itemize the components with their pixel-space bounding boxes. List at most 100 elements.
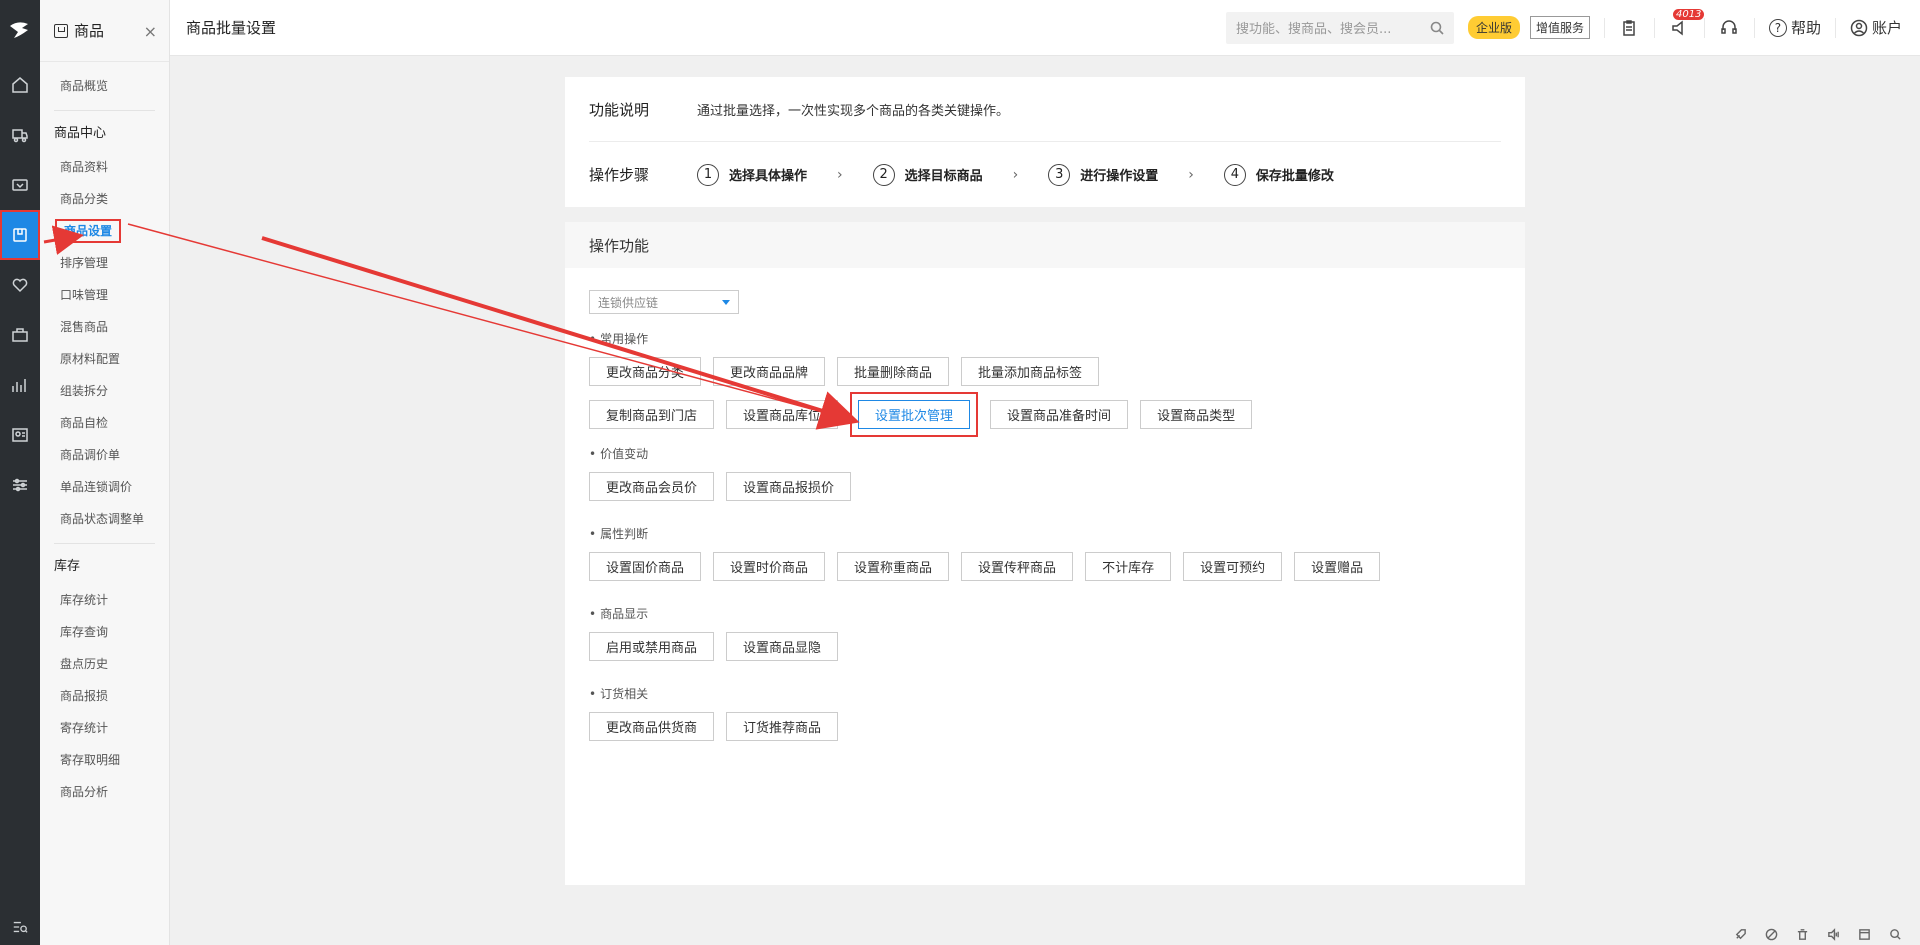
sidebar-item-deposit-detail[interactable]: 寄存取明细 — [40, 744, 169, 776]
set-scale-transfer-button[interactable]: 设置传秤商品 — [961, 552, 1074, 581]
set-loss-price-button[interactable]: 设置商品报损价 — [726, 472, 852, 501]
supply-chain-select[interactable]: 连锁供应链 — [589, 290, 739, 314]
sidebar-item-assembly[interactable]: 组装拆分 — [40, 375, 169, 407]
sidebar-item-material[interactable]: 原材料配置 — [40, 343, 169, 375]
sidebar-item-product-analysis[interactable]: 商品分析 — [40, 776, 169, 808]
sidebar-item-flavor[interactable]: 口味管理 — [40, 279, 169, 311]
task-clipboard-icon[interactable] — [1603, 17, 1654, 38]
description-text: 通过批量选择，一次性实现多个商品的各类关键操作。 — [697, 103, 1010, 119]
enterprise-badge[interactable]: 企业版 — [1467, 16, 1520, 39]
member-icon[interactable] — [0, 260, 40, 310]
change-supplier-button[interactable]: 更改商品供货商 — [589, 712, 715, 741]
change-category-button[interactable]: 更改商品分类 — [589, 357, 702, 386]
order-recommend-button[interactable]: 订货推荐商品 — [726, 712, 839, 741]
set-fixed-price-button[interactable]: 设置固价商品 — [589, 552, 702, 581]
step-4: 4 保存批量修改 — [1223, 163, 1334, 186]
sidebar-item-product-info[interactable]: 商品资料 — [40, 151, 169, 183]
set-prep-time-button[interactable]: 设置商品准备时间 — [990, 400, 1129, 429]
step-1: 1 选择具体操作 — [697, 163, 807, 186]
no-inventory-button[interactable]: 不计库存 — [1085, 552, 1172, 581]
divider — [54, 110, 155, 111]
sidebar-item-inventory-stats[interactable]: 库存统计 — [40, 584, 169, 616]
volume-icon[interactable] — [1827, 927, 1840, 941]
set-market-price-button[interactable]: 设置时价商品 — [713, 552, 826, 581]
page-title: 商品批量设置 — [186, 19, 277, 37]
sidebar-header: 商品 × — [40, 0, 169, 62]
no-sign-icon[interactable] — [1765, 928, 1778, 941]
search-icon[interactable] — [1889, 928, 1902, 941]
sidebar-item-product-category[interactable]: 商品分类 — [40, 183, 169, 215]
step-number: 3 — [1048, 163, 1071, 186]
product-module-icon[interactable] — [0, 210, 40, 260]
sidebar-item-stocktake-history[interactable]: 盘点历史 — [40, 648, 169, 680]
step-2: 2 选择目标商品 — [872, 163, 983, 186]
close-icon[interactable]: × — [144, 22, 157, 41]
set-visibility-button[interactable]: 设置商品显隐 — [726, 632, 839, 661]
sidebar-item-sort[interactable]: 排序管理 — [40, 247, 169, 279]
cashier-icon[interactable] — [0, 160, 40, 210]
copy-to-store-button[interactable]: 复制商品到门店 — [589, 400, 715, 429]
sidebar-item-status-adjust[interactable]: 商品状态调整单 — [40, 503, 169, 535]
sidebar-item-mixed[interactable]: 混售商品 — [40, 311, 169, 343]
customer-service-icon[interactable] — [1703, 17, 1754, 38]
search-placeholder: 搜功能、搜商品、搜会员... — [1235, 22, 1392, 37]
sidebar-item-product-settings[interactable]: 商品设置 — [40, 215, 169, 247]
steps-label: 操作步骤 — [589, 166, 650, 184]
step-text: 选择目标商品 — [904, 169, 983, 184]
sidebar-item-overview[interactable]: 商品概览 — [40, 70, 169, 102]
account-label: 账户 — [1871, 19, 1902, 37]
window-icon[interactable] — [1858, 928, 1871, 941]
module-sidebar: 商品 × 商品概览 商品中心 商品资料 商品分类 商品设置 排序管理 口味管理 … — [40, 0, 170, 945]
app-logo-icon[interactable] — [0, 0, 40, 60]
help-icon: ? — [1768, 18, 1787, 37]
settings-sliders-icon[interactable] — [0, 460, 40, 510]
value-added-services-button[interactable]: 增值服务 — [1529, 16, 1590, 39]
chevron-right-icon: › — [1012, 166, 1019, 183]
sidebar-title: 商品 — [74, 22, 105, 40]
set-product-type-button[interactable]: 设置商品类型 — [1140, 400, 1253, 429]
section-display-title: 商品显示 — [589, 605, 1501, 622]
sidebar-item-chain-price[interactable]: 单品连锁调价 — [40, 471, 169, 503]
sidebar-item-self-check[interactable]: 商品自检 — [40, 407, 169, 439]
batch-add-tag-button[interactable]: 批量添加商品标签 — [961, 357, 1100, 386]
home-icon[interactable] — [0, 60, 40, 110]
section-common-title: 常用操作 — [589, 330, 1501, 347]
rocket-icon[interactable] — [1734, 928, 1747, 941]
sidebar-item-price-adjust[interactable]: 商品调价单 — [40, 439, 169, 471]
menu-search-icon[interactable] — [0, 919, 40, 935]
step-number: 2 — [872, 163, 895, 186]
set-weighed-button[interactable]: 设置称重商品 — [837, 552, 950, 581]
sidebar-item-deposit-stats[interactable]: 寄存统计 — [40, 712, 169, 744]
trash-icon[interactable] — [1796, 928, 1809, 941]
section-attribute-title: 属性判断 — [589, 525, 1501, 542]
change-brand-button[interactable]: 更改商品品牌 — [713, 357, 826, 386]
supply-icon[interactable] — [0, 310, 40, 360]
sidebar-group-inventory: 库存 — [54, 559, 81, 574]
batch-delete-button[interactable]: 批量删除商品 — [837, 357, 950, 386]
search-icon[interactable] — [1430, 21, 1444, 35]
step-3: 3 进行操作设置 — [1048, 163, 1159, 186]
description-label: 功能说明 — [589, 100, 650, 119]
sidebar-item-product-loss[interactable]: 商品报损 — [40, 680, 169, 712]
set-gift-button[interactable]: 设置赠品 — [1294, 552, 1381, 581]
top-bar: 商品批量设置 搜功能、搜商品、搜会员... 企业版 增值服务 4013 ? 帮助… — [170, 0, 1920, 56]
set-batch-management-button[interactable]: 设置批次管理 — [850, 392, 979, 437]
global-search-input[interactable]: 搜功能、搜商品、搜会员... — [1225, 11, 1454, 44]
help-label: 帮助 — [1790, 19, 1821, 37]
delivery-icon[interactable] — [0, 110, 40, 160]
change-member-price-button[interactable]: 更改商品会员价 — [589, 472, 715, 501]
account-button[interactable]: 账户 — [1834, 17, 1920, 38]
set-location-button[interactable]: 设置商品库位 — [726, 400, 839, 429]
select-value: 连锁供应链 — [598, 295, 659, 310]
sidebar-item-inventory-query[interactable]: 库存查询 — [40, 616, 169, 648]
set-reservable-button[interactable]: 设置可预约 — [1183, 552, 1283, 581]
user-icon — [1850, 19, 1868, 36]
step-text: 进行操作设置 — [1080, 169, 1159, 184]
status-bar — [170, 923, 1920, 945]
staff-icon[interactable] — [0, 410, 40, 460]
chevron-right-icon: › — [837, 166, 843, 183]
report-icon[interactable] — [0, 360, 40, 410]
enable-disable-button[interactable]: 启用或禁用商品 — [589, 632, 715, 661]
notification-icon[interactable]: 4013 — [1653, 8, 1705, 38]
help-button[interactable]: ? 帮助 — [1753, 17, 1835, 38]
